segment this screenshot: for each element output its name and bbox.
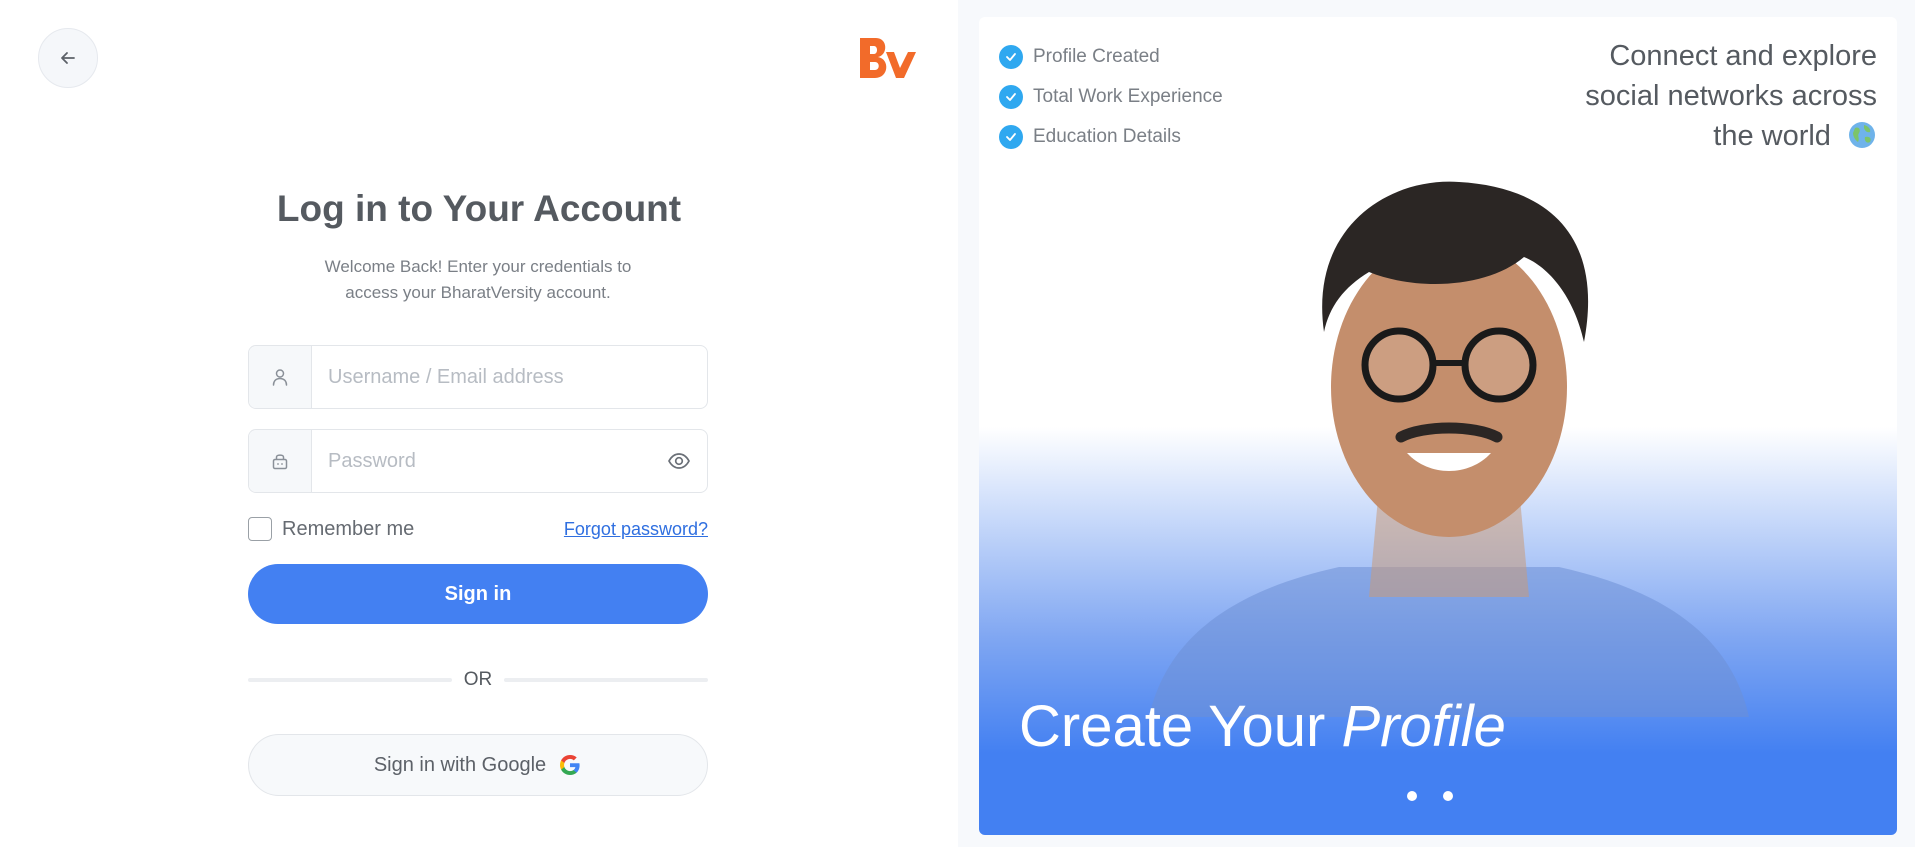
google-sign-in-button[interactable]: Sign in with Google — [248, 734, 708, 796]
carousel-dot[interactable] — [1443, 791, 1453, 801]
login-panel: Log in to Your Account Welcome Back! Ent… — [0, 0, 958, 847]
checklist-label: Profile Created — [1033, 46, 1160, 67]
password-field — [248, 429, 708, 493]
divider-line — [248, 678, 452, 682]
checklist-item: Total Work Experience — [999, 77, 1223, 117]
google-g-icon — [560, 755, 580, 775]
promo-card: Profile Created Total Work Experience Ed… — [979, 17, 1897, 835]
bharatversity-logo — [860, 38, 916, 78]
username-prefix — [249, 346, 312, 408]
headline-emphasis: Profile — [1341, 694, 1506, 759]
toggle-password-visibility[interactable] — [651, 430, 707, 492]
user-icon — [272, 369, 288, 386]
forgot-password-link[interactable]: Forgot password? — [564, 519, 708, 540]
checklist-item: Education Details — [999, 117, 1223, 157]
username-input[interactable] — [312, 346, 707, 408]
profile-checklist: Profile Created Total Work Experience Ed… — [999, 37, 1223, 157]
eye-icon — [668, 453, 690, 469]
remember-me[interactable]: Remember me — [248, 517, 414, 541]
password-prefix — [249, 430, 312, 492]
tagline-text: Connect and explore social networks acro… — [1585, 40, 1877, 152]
globe-icon — [1849, 122, 1875, 148]
promo-tagline: Connect and explore social networks acro… — [1547, 36, 1877, 156]
checklist-label: Education Details — [1033, 126, 1181, 147]
arrow-left-icon — [61, 52, 75, 64]
carousel-dots — [1407, 791, 1453, 801]
remember-me-checkbox[interactable] — [248, 517, 272, 541]
remember-me-label: Remember me — [282, 517, 415, 540]
page-subtitle: Welcome Back! Enter your credentials to … — [324, 257, 632, 302]
check-circle-icon — [999, 125, 1023, 149]
page-title: Log in to Your Account — [276, 188, 682, 229]
check-circle-icon — [999, 85, 1023, 109]
checklist-item: Profile Created — [999, 37, 1223, 77]
username-field — [248, 345, 708, 409]
lock-icon — [272, 454, 288, 470]
profile-person-illustration — [1149, 181, 1749, 717]
or-label: OR — [463, 669, 493, 690]
checklist-label: Total Work Experience — [1033, 86, 1223, 107]
divider-line — [504, 678, 708, 682]
or-divider: OR — [248, 668, 708, 692]
headline-prefix: Create Your — [1019, 694, 1326, 759]
check-circle-icon — [999, 45, 1023, 69]
google-sign-in-label: Sign in with Google — [373, 753, 547, 776]
carousel-dot[interactable] — [1407, 791, 1417, 801]
promo-headline: Create Your Profile — [1019, 693, 1506, 760]
sign-in-button[interactable]: Sign in — [248, 564, 708, 624]
back-button[interactable] — [38, 28, 98, 88]
password-input[interactable] — [312, 430, 651, 492]
